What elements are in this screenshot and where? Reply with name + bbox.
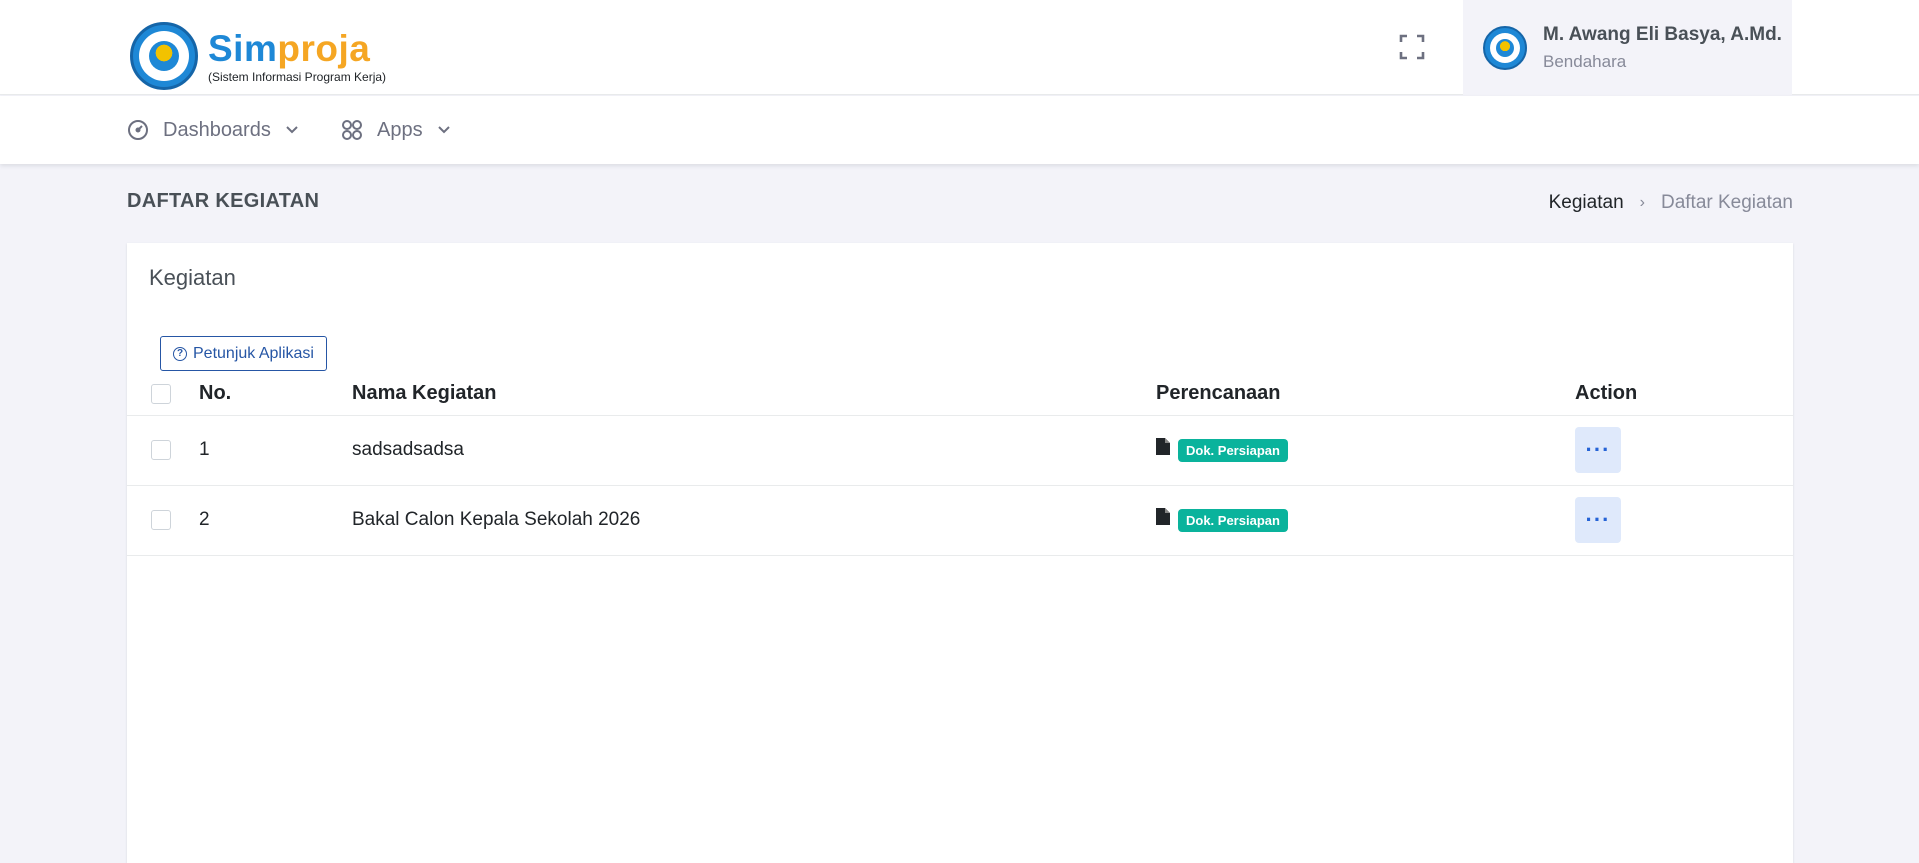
column-header-action: Action [1575, 373, 1793, 416]
page-title: DAFTAR KEGIATAN [127, 190, 320, 212]
status-badge[interactable]: Dok. Persiapan [1178, 438, 1288, 462]
row-number: 1 [199, 415, 352, 486]
chevron-right-icon: › [1639, 194, 1645, 211]
nav-label-apps: Apps [377, 118, 423, 141]
card-title: Kegiatan [149, 265, 236, 290]
table-header-row: No. Nama Kegiatan Perencanaan Action [127, 373, 1793, 416]
nav-item-apps[interactable]: Apps [341, 96, 451, 164]
table-row: 2 Bakal Calon Kepala Sekolah 2026 Dok. P… [127, 485, 1793, 556]
kegiatan-card: Kegiatan ? Petunjuk Aplikasi No. Nama Ke… [127, 243, 1793, 863]
row-number: 2 [199, 485, 352, 556]
breadcrumb: Kegiatan › Daftar Kegiatan [1549, 192, 1793, 214]
speedometer-icon [128, 120, 148, 140]
help-button-label: Petunjuk Aplikasi [193, 344, 314, 362]
row-checkbox[interactable] [151, 510, 171, 530]
logo-subtitle: (Sistem Informasi Program Kerja) [208, 69, 387, 84]
nav-label-dashboards: Dashboards [163, 118, 271, 141]
top-header: Simproja (Sistem Informasi Program Kerja… [0, 0, 1919, 95]
chevron-down-icon [437, 126, 450, 134]
chevron-down-icon [286, 126, 298, 134]
user-profile-dropdown[interactable]: M. Awang Eli Basya, A.Md. Bendahara [1463, 0, 1792, 95]
breadcrumb-item-current: Daftar Kegiatan [1660, 192, 1793, 213]
select-all-checkbox[interactable] [151, 383, 171, 404]
user-name: M. Awang Eli Basya, A.Md. [1543, 23, 1782, 45]
document-icon [1156, 507, 1170, 525]
nav-item-dashboards[interactable]: Dashboards [127, 96, 299, 164]
tut-wuri-handayani-emblem-icon [130, 22, 198, 90]
table-row: 1 sadsadsadsa Dok. Persiapan ··· [127, 415, 1793, 486]
grid-icon [342, 120, 362, 140]
app-logo[interactable]: Simproja (Sistem Informasi Program Kerja… [130, 22, 386, 90]
row-checkbox[interactable] [151, 440, 171, 460]
row-nama-kegiatan: Bakal Calon Kepala Sekolah 2026 [352, 485, 1156, 556]
column-header-perencanaan[interactable]: Perencanaan [1156, 373, 1575, 416]
question-circle-icon: ? [173, 346, 187, 361]
fullscreen-icon[interactable] [1399, 34, 1425, 60]
kegiatan-table: No. Nama Kegiatan Perencanaan Action 1 s… [127, 373, 1793, 556]
row-action-button[interactable]: ··· [1575, 497, 1621, 543]
avatar [1483, 25, 1527, 70]
document-icon [1156, 437, 1170, 455]
column-header-no[interactable]: No. [199, 373, 352, 416]
breadcrumb-item-kegiatan[interactable]: Kegiatan [1549, 192, 1624, 214]
user-role: Bendahara [1543, 51, 1627, 71]
logo-title: Simproja [208, 27, 371, 69]
row-nama-kegiatan: sadsadsadsa [352, 415, 1156, 486]
help-button[interactable]: ? Petunjuk Aplikasi [160, 336, 327, 371]
main-navbar: Dashboards Apps [0, 96, 1919, 164]
row-action-button[interactable]: ··· [1575, 427, 1621, 473]
status-badge[interactable]: Dok. Persiapan [1178, 508, 1288, 532]
column-header-nama[interactable]: Nama Kegiatan [352, 373, 1156, 416]
